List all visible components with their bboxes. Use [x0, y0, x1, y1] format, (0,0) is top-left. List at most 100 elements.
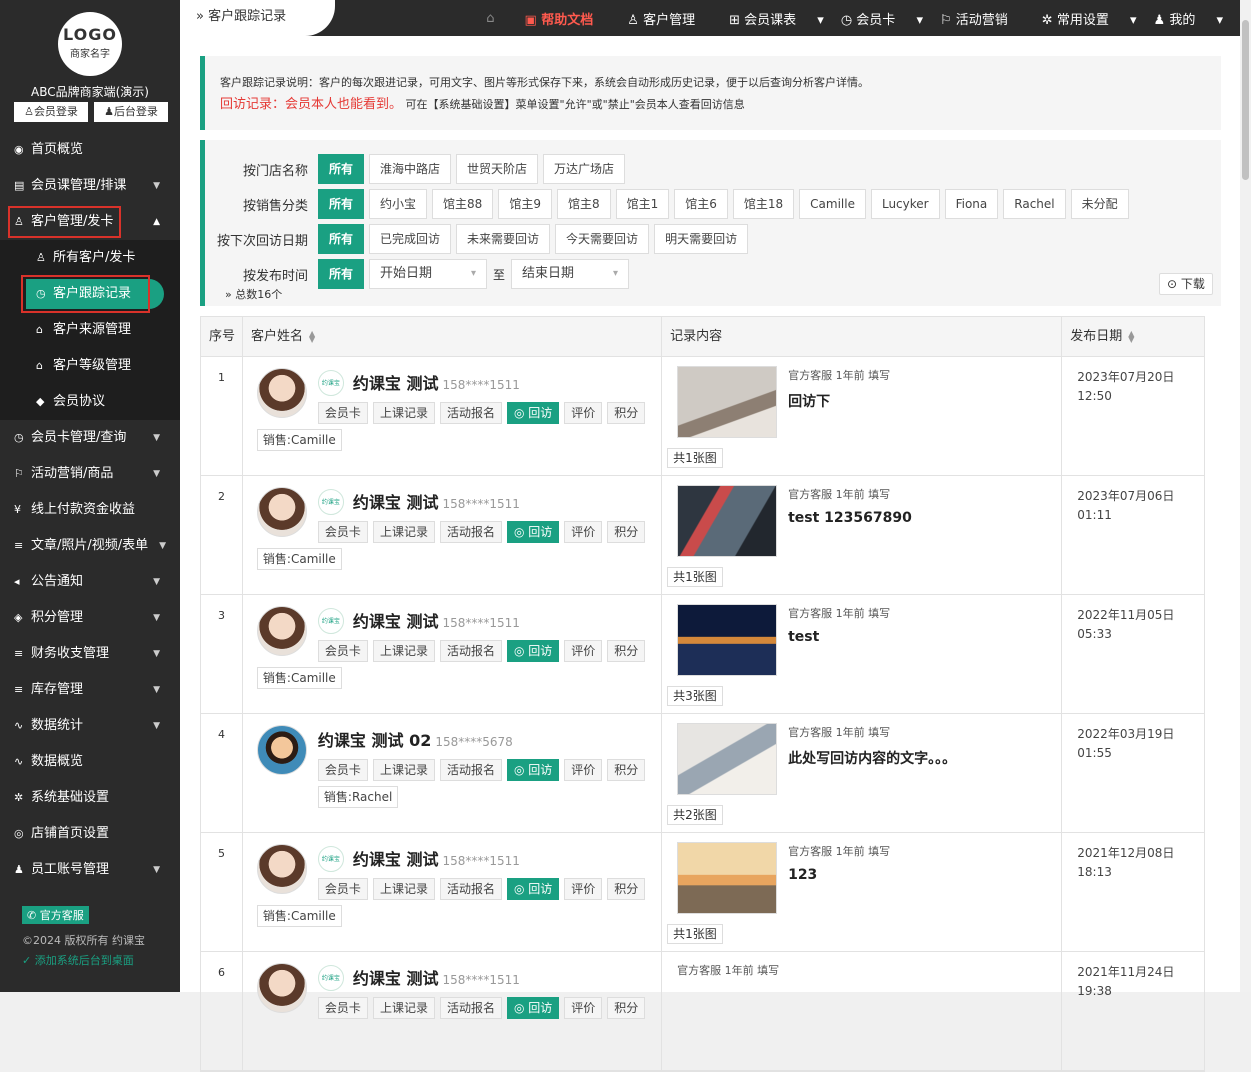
- row-action-button[interactable]: 上课记录: [372, 878, 435, 900]
- row-action-button[interactable]: 活动报名: [439, 759, 502, 781]
- customer-name[interactable]: 约课宝 测试 158****1511: [353, 608, 520, 632]
- start-date-picker[interactable]: 开始日期: [369, 259, 488, 289]
- sidebar-item-home[interactable]: ◉ 首页概览: [0, 132, 180, 168]
- sidebar-item-storefront[interactable]: ◎ 店铺首页设置: [0, 816, 180, 852]
- sidebar-item-staff[interactable]: ♟ 员工账号管理 ▼: [0, 852, 180, 888]
- member-login-button[interactable]: ♙会员登录: [14, 102, 88, 122]
- row-action-button[interactable]: ◎ 回访: [506, 997, 560, 1019]
- row-action-button[interactable]: 积分: [607, 402, 646, 424]
- record-image[interactable]: [677, 604, 778, 676]
- row-action-button[interactable]: ◎ 回访: [506, 640, 560, 662]
- publish-all-option[interactable]: 所有: [318, 259, 365, 289]
- filter-option[interactable]: 今天需要回访: [555, 224, 650, 254]
- customer-name[interactable]: 约课宝 测试 158****1511: [353, 489, 520, 513]
- filter-option[interactable]: Rachel: [1003, 189, 1066, 219]
- sidebar-subitem-all-customers[interactable]: ♙ 所有客户/发卡: [0, 240, 180, 276]
- admin-login-button[interactable]: ♟后台登录: [94, 102, 168, 122]
- row-action-button[interactable]: 上课记录: [372, 640, 435, 662]
- row-action-button[interactable]: 活动报名: [439, 878, 502, 900]
- row-action-button[interactable]: 评价: [564, 640, 603, 662]
- sidebar-subitem-levels[interactable]: ⌂ 客户等级管理: [0, 348, 180, 384]
- top-marketing-link[interactable]: ⚐ 活动营销: [940, 9, 1025, 28]
- end-date-picker[interactable]: 结束日期: [511, 259, 630, 289]
- record-image[interactable]: [677, 842, 778, 914]
- filter-option[interactable]: 馆主9: [498, 189, 552, 219]
- row-action-button[interactable]: 上课记录: [372, 521, 435, 543]
- row-action-button[interactable]: 会员卡: [317, 521, 368, 543]
- filter-option[interactable]: Camille: [799, 189, 866, 219]
- sidebar-item-cards[interactable]: ◷ 会员卡管理/查询 ▼: [0, 420, 180, 456]
- row-action-button[interactable]: 上课记录: [372, 997, 435, 1019]
- row-action-button[interactable]: 会员卡: [317, 878, 368, 900]
- filter-option[interactable]: 世贸天阶店: [456, 154, 539, 184]
- th-date[interactable]: 发布日期 ▲ ▼: [1062, 317, 1204, 356]
- image-count[interactable]: 共2张图: [667, 805, 723, 825]
- home-icon[interactable]: ⌂: [486, 11, 494, 26]
- sidebar-item-overview[interactable]: ∿ 数据概览: [0, 744, 180, 780]
- row-action-button[interactable]: 积分: [607, 759, 646, 781]
- sidebar-item-points[interactable]: ◈ 积分管理 ▼: [0, 600, 180, 636]
- customer-name[interactable]: 约课宝 测试 158****1511: [353, 846, 520, 870]
- row-action-button[interactable]: 积分: [607, 878, 646, 900]
- row-action-button[interactable]: 活动报名: [439, 521, 502, 543]
- filter-option[interactable]: 万达广场店: [543, 154, 626, 184]
- filter-option[interactable]: 所有: [318, 189, 365, 219]
- row-action-button[interactable]: 积分: [607, 640, 646, 662]
- th-name[interactable]: 客户姓名 ▲ ▼: [243, 317, 663, 356]
- row-action-button[interactable]: 积分: [607, 997, 646, 1019]
- top-card-menu[interactable]: ◷ 会员卡 ▾: [841, 9, 923, 28]
- sidebar-item-payments[interactable]: ¥ 线上付款资金收益: [0, 492, 180, 528]
- row-action-button[interactable]: ◎ 回访: [506, 402, 560, 424]
- sidebar-subitem-sources[interactable]: ⌂ 客户来源管理: [0, 312, 180, 348]
- row-action-button[interactable]: 活动报名: [439, 640, 502, 662]
- help-docs-link[interactable]: ▣ 帮助文档: [524, 9, 610, 28]
- customer-name[interactable]: 约课宝 测试 02 158****5678: [318, 727, 513, 751]
- filter-option[interactable]: 馆主8: [556, 189, 611, 219]
- sidebar-subitem-agreement[interactable]: ◆ 会员协议: [0, 384, 180, 420]
- sidebar-item-statistics[interactable]: ∿ 数据统计 ▼: [0, 708, 180, 744]
- filter-option[interactable]: Fiona: [944, 189, 999, 219]
- row-action-button[interactable]: ◎ 回访: [506, 521, 560, 543]
- sidebar-item-articles[interactable]: ≡ 文章/照片/视频/表单 ▼: [0, 528, 180, 564]
- image-count[interactable]: 共1张图: [667, 924, 723, 944]
- filter-option[interactable]: Lucyker: [870, 189, 940, 219]
- row-action-button[interactable]: 活动报名: [439, 997, 502, 1019]
- row-action-button[interactable]: 上课记录: [372, 759, 435, 781]
- row-action-button[interactable]: 会员卡: [317, 640, 368, 662]
- sidebar-item-courses[interactable]: ▤ 会员课管理/排课 ▼: [0, 168, 180, 204]
- sidebar-subitem-tracking[interactable]: ◷ 客户跟踪记录: [0, 275, 180, 313]
- filter-option[interactable]: 明天需要回访: [654, 224, 749, 254]
- row-action-button[interactable]: 评价: [564, 402, 603, 424]
- filter-option[interactable]: 淮海中路店: [369, 154, 452, 184]
- row-action-button[interactable]: 评价: [564, 521, 603, 543]
- filter-option[interactable]: 馆主88: [432, 189, 494, 219]
- filter-option[interactable]: 未分配: [1070, 189, 1129, 219]
- record-image[interactable]: [677, 723, 778, 795]
- sidebar-item-marketing[interactable]: ⚐ 活动营销/商品 ▼: [0, 456, 180, 492]
- filter-option[interactable]: 已完成回访: [369, 224, 452, 254]
- download-button[interactable]: ⊙ 下载: [1159, 273, 1213, 295]
- image-count[interactable]: 共3张图: [667, 686, 723, 706]
- row-action-button[interactable]: 会员卡: [317, 997, 368, 1019]
- record-image[interactable]: [677, 485, 778, 557]
- row-action-button[interactable]: 积分: [607, 521, 646, 543]
- row-action-button[interactable]: 上课记录: [372, 402, 435, 424]
- filter-option[interactable]: 馆主6: [674, 189, 728, 219]
- scrollbar[interactable]: [1240, 0, 1251, 992]
- record-image[interactable]: [677, 366, 778, 438]
- filter-option[interactable]: 所有: [318, 224, 365, 254]
- sidebar-item-system[interactable]: ✲ 系统基础设置: [0, 780, 180, 816]
- row-action-button[interactable]: 评价: [564, 878, 603, 900]
- row-action-button[interactable]: ◎ 回访: [506, 878, 560, 900]
- filter-option[interactable]: 所有: [318, 154, 365, 184]
- sidebar-item-notices[interactable]: ◂ 公告通知 ▼: [0, 564, 180, 600]
- sidebar-item-inventory[interactable]: ≡ 库存管理 ▼: [0, 672, 180, 708]
- filter-option[interactable]: 馆主18: [732, 189, 795, 219]
- row-action-button[interactable]: ◎ 回访: [506, 759, 560, 781]
- top-customer-link[interactable]: ♙ 客户管理: [627, 9, 712, 28]
- top-mine-menu[interactable]: ♟ 我的 ▾: [1154, 9, 1223, 28]
- customer-name[interactable]: 约课宝 测试 158****1511: [353, 965, 520, 989]
- row-action-button[interactable]: 会员卡: [317, 759, 368, 781]
- row-action-button[interactable]: 评价: [564, 997, 603, 1019]
- customer-service-button[interactable]: ✆ 官方客服: [22, 906, 89, 924]
